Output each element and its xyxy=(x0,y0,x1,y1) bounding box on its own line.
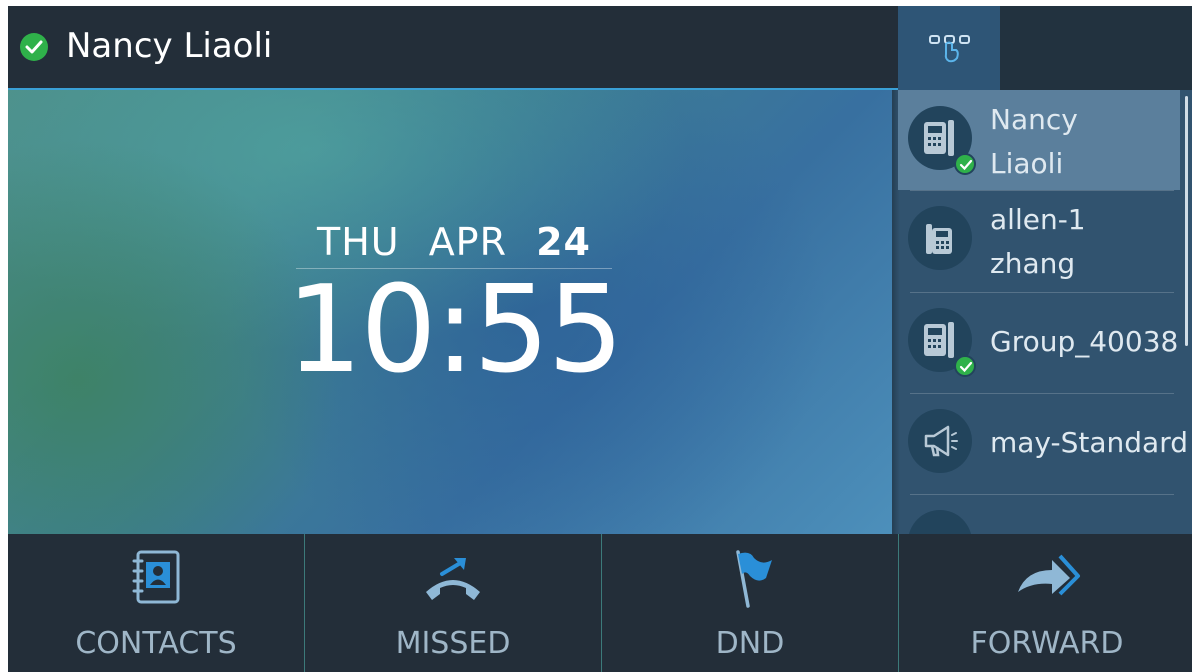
desk-phone-icon xyxy=(908,206,972,270)
line-key-item[interactable]: Group_40038 xyxy=(898,292,1180,392)
line-key-label-line2: Liaoli xyxy=(990,147,1064,180)
softkey-label: CONTACTS xyxy=(75,626,237,661)
list-scrollbar[interactable] xyxy=(1185,96,1188,346)
item-separator xyxy=(910,494,1174,495)
item-separator xyxy=(910,190,1174,191)
desk-phone-icon xyxy=(908,308,976,377)
desk-phone-icon xyxy=(908,106,976,175)
line-keys-icon xyxy=(929,35,970,63)
missed-call-icon xyxy=(426,558,480,600)
registered-badge-icon xyxy=(954,355,976,377)
date-display: THU APR 24 xyxy=(296,220,612,264)
item-separator xyxy=(910,292,1174,293)
line-key-label: may-Standard xyxy=(990,421,1188,465)
day-number: 24 xyxy=(536,220,591,264)
clock-time: 10:55 xyxy=(286,261,624,400)
line-key-item[interactable]: Nancy Liaoli xyxy=(898,90,1180,190)
dnd-flag-icon xyxy=(736,550,772,608)
line-key-label: Nancy Liaoli xyxy=(990,98,1078,186)
line-key-label-line2: zhang xyxy=(990,247,1076,280)
month: APR xyxy=(428,220,508,264)
contacts-softkey[interactable]: CONTACTS xyxy=(8,534,304,672)
line-key-item[interactable]: allen-1 zhang xyxy=(898,190,1180,290)
forward-softkey[interactable]: FORWARD xyxy=(899,534,1192,672)
line-key-label-line1: Group_40038 xyxy=(990,325,1179,358)
forward-arrow-icon xyxy=(1018,554,1080,596)
side-panel-header xyxy=(898,6,1192,90)
line-key-label: allen-1 zhang xyxy=(990,198,1086,286)
line-key-label: Group_40038 xyxy=(990,320,1178,364)
item-separator xyxy=(910,393,1174,394)
phone-screen: Nancy Liaoli THU APR 24 10:55 Nancy Liao… xyxy=(8,6,1192,672)
softkey-label: MISSED xyxy=(395,626,511,661)
softkey-label: FORWARD xyxy=(970,626,1124,661)
softkey-label: DND xyxy=(715,626,785,661)
wallpaper: THU APR 24 10:55 xyxy=(8,90,898,534)
missed-softkey[interactable]: MISSED xyxy=(305,534,601,672)
account-name: Nancy Liaoli xyxy=(66,26,273,66)
line-key-label-line1: allen-1 xyxy=(990,203,1086,236)
megaphone-icon xyxy=(908,409,972,473)
line-key-label-line1: may-Standard xyxy=(990,426,1188,459)
line-key-item-partial[interactable] xyxy=(898,494,1180,534)
contacts-icon xyxy=(132,550,180,604)
registered-badge-icon xyxy=(954,153,976,175)
softkey-bar: CONTACTS MISSED DND FORWARD xyxy=(8,534,1192,672)
top-status-bar: Nancy Liaoli xyxy=(8,6,898,90)
line-key-item[interactable]: may-Standard xyxy=(898,393,1188,493)
dnd-softkey[interactable]: DND xyxy=(602,534,898,672)
line-key-label-line1: Nancy xyxy=(990,103,1078,136)
weekday: THU xyxy=(316,220,400,264)
line-keys-tab[interactable] xyxy=(898,6,1000,90)
megaphone-icon xyxy=(908,510,972,534)
line-key-list: Nancy Liaoli allen-1 zhang Group_40038 m… xyxy=(892,90,1192,534)
registered-status-icon xyxy=(20,33,48,61)
